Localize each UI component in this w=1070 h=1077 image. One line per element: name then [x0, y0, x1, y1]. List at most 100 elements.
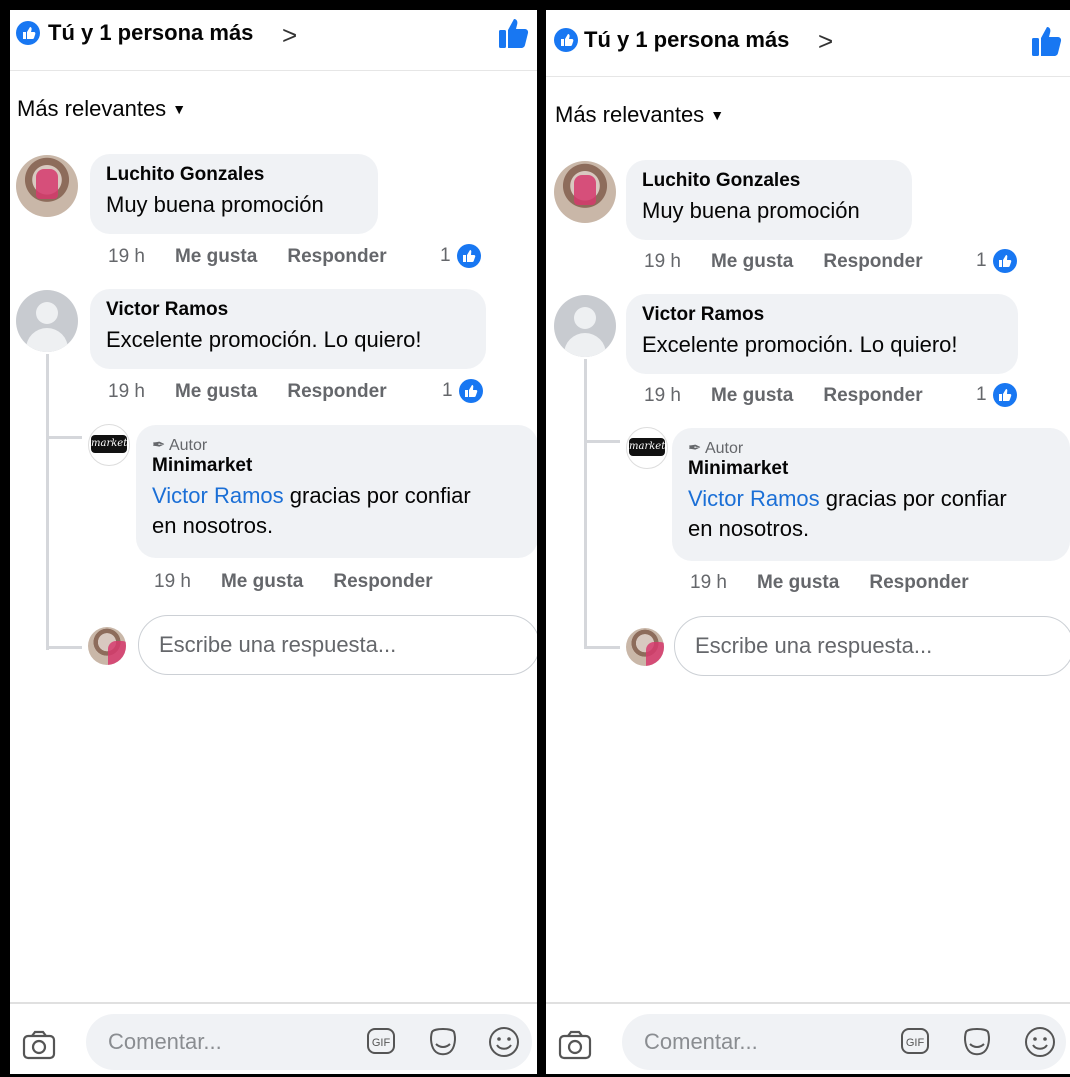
reply-text: Victor Ramos gracias por confiar en nosot… — [688, 484, 1056, 544]
chevron-down-icon: ▼ — [710, 107, 725, 123]
chevron-down-icon: ▼ — [172, 101, 187, 117]
author-badge-label: Autor — [704, 440, 744, 457]
comment-bubble: Victor Ramos Excelente promoción. Lo qui… — [626, 294, 1018, 374]
like-count[interactable]: 1 — [442, 379, 483, 403]
like-button[interactable]: Me gusta — [175, 246, 257, 268]
comment-bubble: Luchito Gonzales Muy buena promoción — [90, 154, 378, 234]
comment-author[interactable]: Luchito Gonzales — [106, 164, 364, 186]
thumbs-up-icon[interactable] — [1030, 24, 1064, 58]
thread-line — [584, 646, 620, 649]
reply-time: 19 h — [690, 572, 727, 593]
page-logo[interactable]: market — [88, 424, 130, 466]
comment-text: Excelente promoción. Lo quiero! — [642, 332, 958, 357]
like-button[interactable]: Me gusta — [711, 385, 793, 407]
reply-text-line1: gracias por confiar — [283, 483, 471, 508]
like-button[interactable]: Me gusta — [175, 381, 257, 403]
svg-text:GIF: GIF — [906, 1037, 925, 1049]
comment-actions: 19 h Me gusta Responder — [644, 385, 953, 407]
reactions-header[interactable]: Tú y 1 persona más > — [10, 10, 537, 71]
thread-line — [46, 436, 82, 439]
author-badge: ✒ Autor — [688, 438, 1056, 458]
reply-input[interactable]: Escribe una respuesta... — [674, 616, 1070, 676]
comment-actions: 19 h Me gusta Responder — [108, 246, 417, 268]
chevron-right-icon[interactable]: > — [282, 20, 297, 51]
reply-button[interactable]: Responder — [823, 251, 922, 273]
thread-line — [46, 354, 49, 650]
reply-actions: 19 h Me gusta Responder — [690, 572, 999, 594]
avatar[interactable] — [88, 627, 126, 665]
comment-time: 19 h — [644, 385, 681, 406]
mention-link[interactable]: Victor Ramos — [688, 486, 820, 511]
like-button[interactable]: Me gusta — [221, 571, 303, 593]
reply-bubble: ✒ Autor Minimarket Victor Ramos gracias … — [672, 428, 1070, 561]
like-button[interactable]: Me gusta — [711, 251, 793, 273]
reply-input[interactable]: Escribe una respuesta... — [138, 615, 537, 675]
comments-panel-right: Tú y 1 persona más > Más relevantes ▼ Luc… — [546, 10, 1070, 1074]
comment-text: Muy buena promoción — [642, 198, 860, 223]
camera-icon[interactable] — [22, 1030, 56, 1060]
reply-text-line2: en nosotros. — [152, 513, 274, 538]
reply-button[interactable]: Responder — [823, 385, 922, 407]
author-badge-label: Autor — [168, 437, 208, 454]
reply-author[interactable]: Minimarket — [152, 455, 524, 477]
like-icon — [456, 244, 481, 268]
comment-time: 19 h — [644, 251, 681, 272]
thread-line — [46, 646, 82, 649]
avatar[interactable] — [626, 628, 664, 666]
pencil-icon: ✒ — [688, 440, 702, 457]
emoji-icon[interactable] — [1024, 1026, 1056, 1058]
comment-author[interactable]: Luchito Gonzales — [642, 170, 898, 192]
reply-button[interactable]: Responder — [287, 246, 386, 268]
camera-icon[interactable] — [558, 1030, 592, 1060]
reply-author[interactable]: Minimarket — [688, 458, 1056, 480]
chevron-right-icon[interactable]: > — [818, 26, 833, 57]
gif-icon[interactable]: GIF — [366, 1026, 396, 1056]
reply-text-line2: en nosotros. — [688, 516, 810, 541]
svg-text:GIF: GIF — [372, 1037, 391, 1049]
comment-input[interactable]: Comentar... — [86, 1014, 532, 1070]
reactions-summary[interactable]: Tú y 1 persona más — [48, 20, 253, 46]
mention-link[interactable]: Victor Ramos — [152, 483, 284, 508]
like-count-number: 1 — [440, 245, 451, 267]
like-icon — [16, 21, 40, 45]
like-icon — [458, 379, 483, 403]
thumbs-up-icon[interactable] — [497, 16, 531, 50]
like-count[interactable]: 1 — [976, 383, 1017, 407]
avatar[interactable] — [16, 290, 78, 352]
comment-placeholder: Comentar... — [108, 1029, 222, 1054]
emoji-icon[interactable] — [488, 1026, 520, 1058]
sticker-icon[interactable] — [962, 1026, 992, 1058]
reactions-header[interactable]: Tú y 1 persona más > — [546, 10, 1070, 77]
gif-icon[interactable]: GIF — [900, 1026, 930, 1056]
reply-button[interactable]: Responder — [869, 572, 968, 594]
avatar[interactable] — [554, 161, 616, 223]
reply-button[interactable]: Responder — [333, 571, 432, 593]
comment-placeholder: Comentar... — [644, 1029, 758, 1054]
like-count-number: 1 — [976, 384, 987, 406]
reply-actions: 19 h Me gusta Responder — [154, 571, 463, 593]
reply-button[interactable]: Responder — [287, 381, 386, 403]
comment-author[interactable]: Victor Ramos — [642, 304, 1004, 326]
like-icon — [992, 383, 1017, 407]
comment-actions: 19 h Me gusta Responder — [108, 381, 417, 403]
page-logo[interactable]: market — [626, 427, 668, 469]
comment-input[interactable]: Comentar... — [622, 1014, 1066, 1070]
comment-bubble: Luchito Gonzales Muy buena promoción — [626, 160, 912, 240]
avatar[interactable] — [16, 155, 78, 217]
comment-author[interactable]: Victor Ramos — [106, 299, 472, 321]
thread-line — [584, 440, 620, 443]
like-count[interactable]: 1 — [440, 244, 481, 268]
sticker-icon[interactable] — [428, 1026, 458, 1058]
comments-panel-left: Tú y 1 persona más > Más relevantes ▼ Luc… — [10, 10, 537, 1074]
sort-dropdown[interactable]: Más relevantes ▼ — [17, 96, 186, 122]
like-count[interactable]: 1 — [976, 249, 1017, 273]
avatar[interactable] — [554, 295, 616, 357]
like-count-number: 1 — [442, 380, 453, 402]
sort-dropdown[interactable]: Más relevantes ▼ — [555, 102, 724, 128]
like-count-number: 1 — [976, 250, 987, 272]
reply-bubble: ✒ Autor Minimarket Victor Ramos gracias … — [136, 425, 537, 558]
like-button[interactable]: Me gusta — [757, 572, 839, 594]
author-badge: ✒ Autor — [152, 435, 524, 455]
reactions-summary[interactable]: Tú y 1 persona más — [584, 27, 789, 53]
like-icon — [554, 28, 578, 52]
